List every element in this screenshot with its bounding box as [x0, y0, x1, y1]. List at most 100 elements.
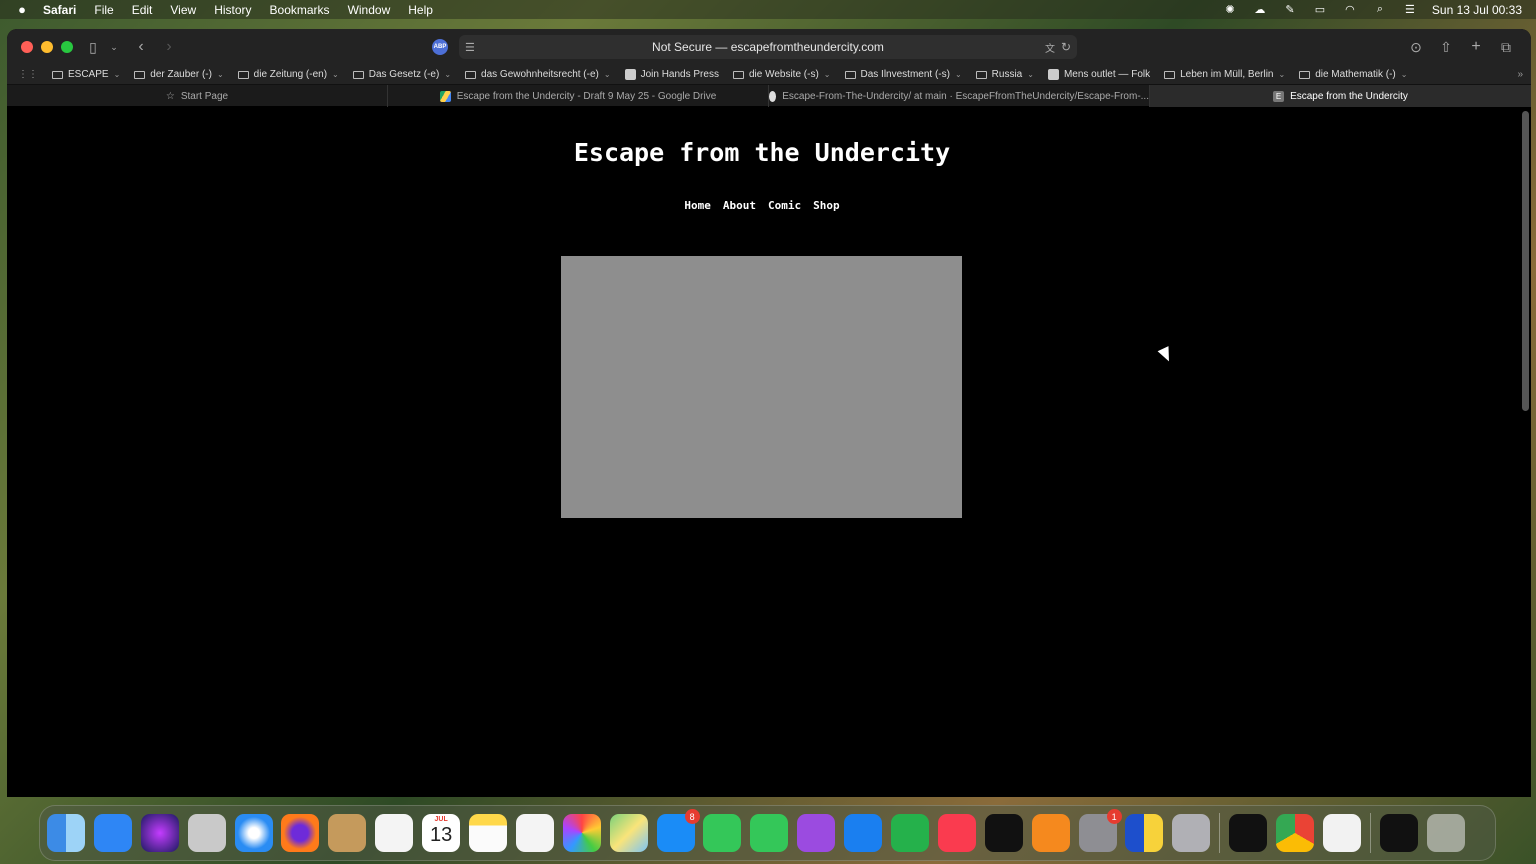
back-button[interactable]: ‹	[134, 38, 148, 56]
menu-view[interactable]: View	[170, 3, 196, 17]
mail-icon[interactable]	[93, 814, 132, 852]
photos-icon[interactable]	[562, 814, 601, 852]
tab-start-page[interactable]: ☆ Start Page	[7, 85, 388, 107]
control-center-icon[interactable]: ☰	[1402, 4, 1418, 16]
minimize-window-button[interactable]	[41, 41, 53, 53]
app-store-icon[interactable]: 8	[656, 809, 700, 852]
chatgpt-status-icon[interactable]: ✺	[1222, 4, 1238, 16]
bookmark-item[interactable]: die Website (-s) ⌄	[732, 69, 831, 80]
numbers-icon[interactable]	[891, 814, 930, 852]
bookmark-label: ESCAPE	[68, 69, 109, 80]
apple-tv-icon[interactable]	[984, 814, 1023, 852]
chatgpt-icon[interactable]	[1229, 814, 1268, 852]
adblock-extension-icon[interactable]: ABP	[432, 39, 448, 55]
bookmark-item[interactable]: die Mathematik (-) ⌄	[1299, 69, 1407, 80]
menu-app-name[interactable]: Safari	[43, 3, 76, 17]
chrome-icon[interactable]	[1276, 814, 1315, 852]
share-icon[interactable]: ⇧	[1438, 38, 1454, 56]
sidebar-icon[interactable]: ▯	[84, 38, 102, 56]
folder-icon	[52, 70, 63, 79]
menu-help[interactable]: Help	[408, 3, 433, 17]
new-tab-icon[interactable]: +	[1468, 38, 1484, 56]
bookmark-label: Das Ilnvestment (-s)	[860, 69, 950, 80]
bookmark-item[interactable]: ESCAPE ⌄	[52, 69, 120, 80]
facetime-icon[interactable]	[703, 814, 742, 852]
zoom-window-button[interactable]	[61, 41, 73, 53]
spotlight-icon[interactable]: ⌕	[1372, 3, 1388, 16]
media-placeholder[interactable]	[561, 256, 962, 518]
translate-icon[interactable]: 文	[1045, 40, 1055, 55]
calendar-icon[interactable]: JUL 13	[422, 814, 461, 852]
bookmark-item[interactable]: das Gewohnheitsrecht (-e) ⌄	[465, 69, 611, 80]
tab-label: Start Page	[180, 90, 229, 102]
address-bar[interactable]: ☰ Not Secure — escapefromtheundercity.co…	[459, 35, 1077, 59]
bookmark-item[interactable]: Das Gesetz (-e) ⌄	[352, 69, 452, 80]
tab-google-drive[interactable]: Escape from the Undercity - Draft 9 May …	[388, 85, 769, 107]
bookmark-item[interactable]: die Zeitung (-en) ⌄	[237, 69, 339, 80]
nav-shop[interactable]: Shop	[813, 199, 840, 212]
bookmark-item[interactable]: Russia ⌄	[975, 69, 1034, 80]
notification-badge: 8	[684, 809, 700, 824]
safari-icon[interactable]	[234, 814, 273, 852]
chevron-down-icon: ⌄	[444, 70, 452, 79]
finder-icon[interactable]	[47, 814, 85, 852]
bookmark-item[interactable]: Join Hands Press	[624, 69, 719, 80]
apps-grid-icon[interactable]: ⋮⋮	[18, 69, 38, 80]
tab-github[interactable]: Escape-From-The-Undercity/ at main · Esc…	[769, 85, 1150, 107]
reload-icon[interactable]: ↻	[1061, 40, 1071, 54]
menu-clock[interactable]: Sun 13 Jul 00:33	[1432, 3, 1522, 17]
launchpad-icon[interactable]	[187, 814, 226, 852]
system-settings-icon[interactable]: 1	[1078, 809, 1122, 852]
wifi-icon[interactable]: ◠	[1342, 4, 1358, 16]
menu-edit[interactable]: Edit	[132, 3, 153, 17]
trash-icon[interactable]	[1426, 814, 1465, 852]
display-icon[interactable]: ▭	[1312, 4, 1328, 16]
reminders-icon[interactable]	[375, 814, 414, 852]
more-bookmarks-icon[interactable]: »	[1517, 69, 1523, 80]
tab-escape-from-undercity[interactable]: E Escape from the Undercity	[1150, 85, 1531, 107]
nav-about[interactable]: About	[723, 199, 756, 212]
nav-home[interactable]: Home	[684, 199, 711, 212]
close-window-button[interactable]	[21, 41, 33, 53]
firefox-icon[interactable]	[281, 814, 320, 852]
pen-icon[interactable]: ✎	[1282, 4, 1298, 16]
downloads-icon[interactable]: ⊙	[1408, 38, 1424, 56]
siri-icon[interactable]	[140, 814, 179, 852]
iphone-mirroring-icon[interactable]	[1172, 814, 1211, 852]
chevron-down-icon[interactable]: ⌄	[108, 38, 120, 56]
apple-menu-icon[interactable]: ●	[15, 2, 29, 17]
address-text[interactable]: Not Secure — escapefromtheundercity.com	[652, 40, 884, 54]
menu-file[interactable]: File	[94, 3, 113, 17]
notes-icon[interactable]	[469, 814, 508, 852]
folder-icon	[134, 70, 146, 79]
folder-icon	[352, 70, 364, 79]
tab-overview-icon[interactable]: ⧉	[1498, 38, 1514, 56]
keynote-icon[interactable]	[844, 814, 883, 852]
html-file-icon[interactable]	[1379, 814, 1418, 852]
contacts-icon[interactable]	[328, 814, 367, 852]
forward-button[interactable]: ›	[162, 38, 176, 56]
bookmark-item[interactable]: der Zauber (-) ⌄	[134, 69, 224, 80]
textedit-icon[interactable]	[1323, 814, 1362, 852]
music-icon[interactable]	[937, 814, 976, 852]
messages-icon[interactable]	[750, 814, 789, 852]
bookmark-label: Mens outlet — Folk	[1063, 69, 1151, 80]
app-generic-icon[interactable]	[1125, 814, 1164, 852]
podcasts-icon[interactable]	[797, 814, 836, 852]
menu-bookmarks[interactable]: Bookmarks	[270, 3, 330, 17]
bookmark-item[interactable]: Leben im Müll, Berlin ⌄	[1164, 69, 1285, 80]
menu-history[interactable]: History	[214, 3, 251, 17]
bookmark-item[interactable]: Das Ilnvestment (-s) ⌄	[844, 69, 962, 80]
maps-icon[interactable]	[609, 814, 648, 852]
books-icon[interactable]	[1031, 814, 1070, 852]
menu-window[interactable]: Window	[348, 3, 391, 17]
chevron-down-icon: ⌄	[332, 70, 339, 79]
bookmark-item[interactable]: Mens outlet — Folk	[1047, 69, 1151, 80]
page-menu-icon[interactable]: ☰	[465, 41, 475, 54]
dock-separator	[1219, 813, 1221, 853]
freeform-icon[interactable]	[515, 814, 554, 852]
nav-comic[interactable]: Comic	[768, 199, 801, 212]
bookmark-label: Russia	[991, 69, 1023, 80]
creative-cloud-icon[interactable]: ☁	[1252, 4, 1268, 16]
scrollbar[interactable]	[1522, 111, 1529, 411]
